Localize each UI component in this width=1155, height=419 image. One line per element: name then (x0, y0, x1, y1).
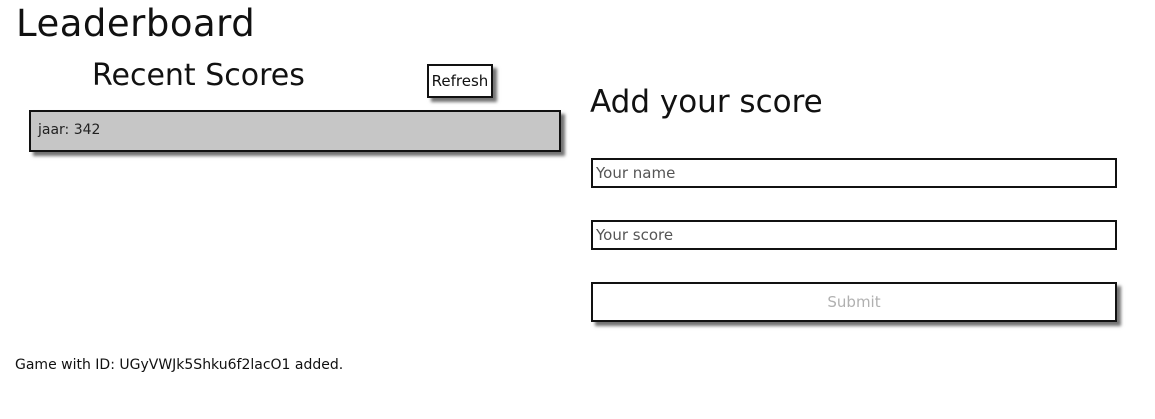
submit-button[interactable]: Submit (591, 282, 1117, 322)
status-message: Game with ID: UGyVWJk5Shku6f2lacO1 added… (15, 357, 344, 373)
recent-scores-heading: Recent Scores (92, 58, 305, 93)
score-input[interactable] (591, 220, 1117, 250)
page-title: Leaderboard (16, 2, 256, 45)
scores-list: jaar: 342 (29, 110, 561, 152)
list-item: jaar: 342 (38, 122, 101, 138)
add-score-heading: Add your score (590, 84, 823, 120)
refresh-button[interactable]: Refresh (427, 64, 493, 98)
name-input[interactable] (591, 158, 1117, 188)
